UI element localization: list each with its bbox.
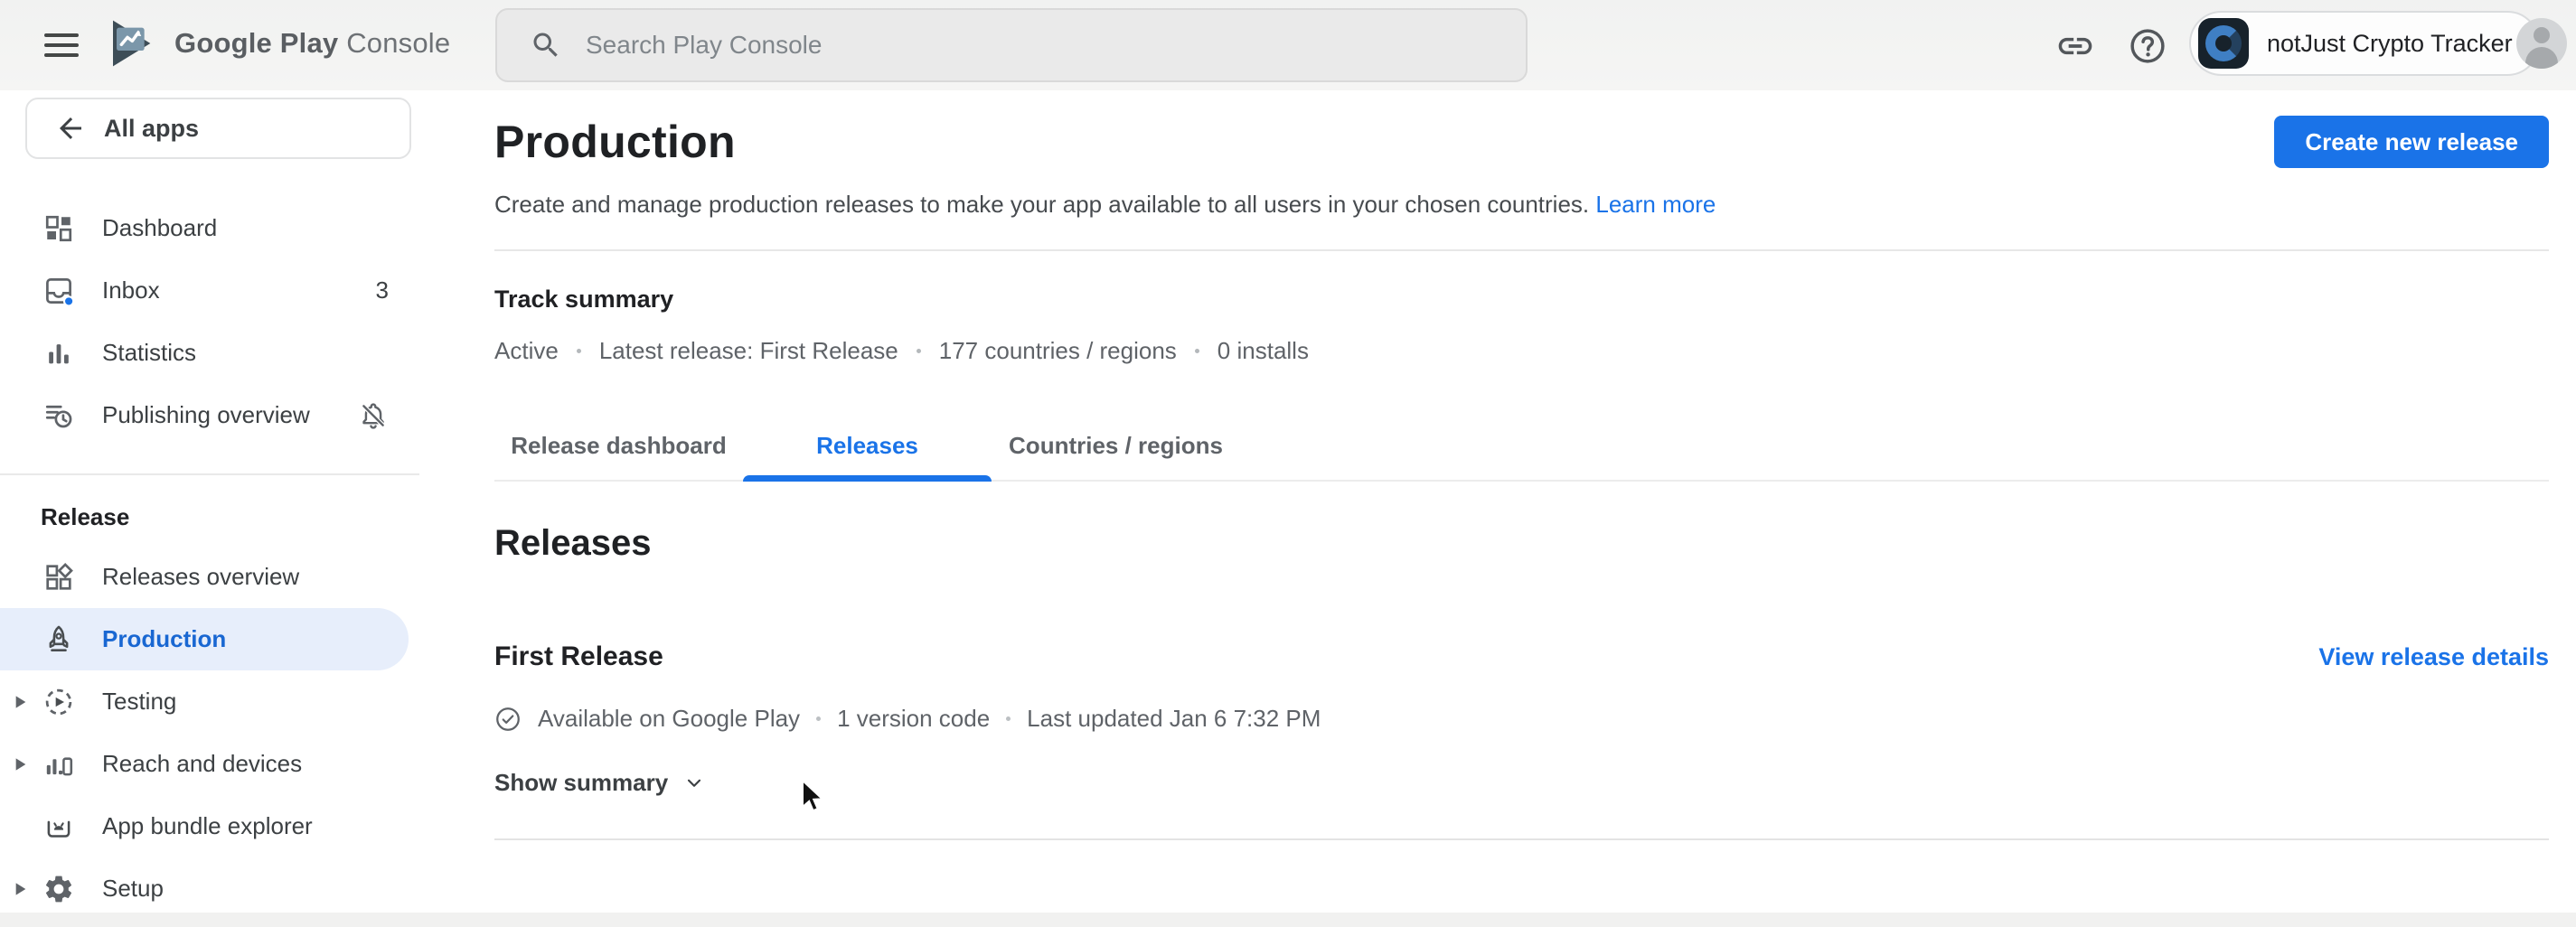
divider bbox=[494, 838, 2549, 840]
expand-arrow-icon[interactable] bbox=[11, 757, 42, 772]
sidebar-divider bbox=[0, 473, 419, 475]
release-availability: Available on Google Play bbox=[538, 705, 800, 733]
help-icon[interactable] bbox=[2128, 26, 2167, 66]
link-icon[interactable] bbox=[2055, 26, 2095, 66]
tab-releases[interactable]: Releases bbox=[743, 412, 992, 480]
sidebar-item-label: Releases overview bbox=[102, 563, 299, 591]
sidebar-item-label: Statistics bbox=[102, 339, 196, 367]
sidebar: All apps Dashboard bbox=[0, 90, 452, 927]
view-release-details-link[interactable]: View release details bbox=[2318, 643, 2549, 671]
play-console-window: Google Play Console notJust Crypto bbox=[0, 0, 2576, 927]
sidebar-item-label: Inbox bbox=[102, 276, 160, 304]
account-avatar[interactable] bbox=[2516, 18, 2567, 69]
sidebar-item-reach-and-devices[interactable]: Reach and devices bbox=[0, 733, 452, 795]
dot-separator bbox=[1195, 349, 1199, 353]
all-apps-button[interactable]: All apps bbox=[25, 98, 411, 159]
track-tabs: Release dashboard Releases Countries / r… bbox=[494, 412, 2549, 482]
app-bundle-explorer-icon bbox=[42, 810, 75, 843]
sidebar-item-dashboard[interactable]: Dashboard bbox=[0, 197, 452, 259]
inbox-icon bbox=[42, 275, 75, 307]
publishing-overview-icon bbox=[42, 399, 75, 432]
sidebar-item-setup[interactable]: Setup bbox=[0, 857, 452, 920]
show-summary-toggle[interactable]: Show summary bbox=[494, 769, 706, 797]
sidebar-item-label: Setup bbox=[102, 875, 164, 903]
search-bar[interactable] bbox=[495, 8, 1528, 82]
divider bbox=[494, 249, 2549, 251]
release-status-row: Available on Google Play 1 version code … bbox=[494, 705, 2549, 733]
menu-icon[interactable] bbox=[44, 33, 79, 59]
play-console-logo-text: Google Play Console bbox=[174, 27, 450, 60]
expand-arrow-icon[interactable] bbox=[11, 882, 42, 896]
track-summary-row: Active Latest release: First Release 177… bbox=[494, 337, 2549, 365]
dashboard-icon bbox=[42, 212, 75, 245]
app-switcher[interactable]: notJust Crypto Tracker bbox=[2189, 11, 2540, 76]
sidebar-item-publishing-overview[interactable]: Publishing overview bbox=[0, 384, 452, 446]
learn-more-link[interactable]: Learn more bbox=[1595, 191, 1716, 218]
current-app-name: notJust Crypto Tracker bbox=[2267, 30, 2513, 58]
page-title: Production bbox=[494, 116, 736, 168]
inbox-count-badge: 3 bbox=[376, 276, 389, 304]
search-input[interactable] bbox=[586, 31, 1490, 60]
releases-overview-icon bbox=[42, 561, 75, 594]
create-new-release-button[interactable]: Create new release bbox=[2274, 116, 2549, 168]
installs-count: 0 installs bbox=[1217, 337, 1309, 365]
sidebar-nav-release: Releases overview Production bbox=[0, 546, 452, 920]
play-console-logo[interactable]: Google Play Console bbox=[102, 13, 450, 74]
main-content: Production Create new release Create and… bbox=[494, 90, 2549, 840]
sidebar-item-statistics[interactable]: Statistics bbox=[0, 322, 452, 384]
sidebar-item-label: Reach and devices bbox=[102, 750, 302, 778]
sidebar-nav-top: Dashboard Inbox 3 Statisti bbox=[0, 197, 452, 446]
app-logo-icon bbox=[2198, 18, 2249, 69]
expand-arrow-icon[interactable] bbox=[11, 695, 42, 709]
show-summary-label: Show summary bbox=[494, 769, 668, 797]
release-name: First Release bbox=[494, 641, 663, 672]
notifications-paused-icon bbox=[358, 400, 389, 431]
sidebar-item-production[interactable]: Production bbox=[0, 608, 409, 670]
setup-gear-icon bbox=[42, 873, 75, 905]
tab-countries-regions[interactable]: Countries / regions bbox=[992, 412, 1240, 480]
sidebar-item-label: Production bbox=[102, 625, 226, 653]
latest-release: Latest release: First Release bbox=[599, 337, 898, 365]
sidebar-item-inbox[interactable]: Inbox 3 bbox=[0, 259, 452, 322]
sidebar-section-release: Release bbox=[0, 499, 452, 535]
top-app-bar: Google Play Console notJust Crypto bbox=[0, 0, 2576, 90]
page-description: Create and manage production releases to… bbox=[494, 188, 2549, 220]
play-console-logo-icon bbox=[102, 13, 160, 74]
sidebar-item-label: Dashboard bbox=[102, 214, 217, 242]
track-summary-heading: Track summary bbox=[494, 286, 2549, 314]
reach-and-devices-icon bbox=[42, 748, 75, 781]
testing-icon bbox=[42, 686, 75, 718]
page-description-text: Create and manage production releases to… bbox=[494, 191, 1589, 218]
back-arrow-icon bbox=[54, 112, 87, 145]
track-status: Active bbox=[494, 337, 559, 365]
sidebar-item-testing[interactable]: Testing bbox=[0, 670, 452, 733]
bottom-edge-strip bbox=[0, 913, 2576, 927]
version-code-count: 1 version code bbox=[837, 705, 990, 733]
last-updated: Last updated Jan 6 7:32 PM bbox=[1027, 705, 1321, 733]
dot-separator bbox=[816, 716, 821, 721]
chevron-down-icon bbox=[682, 772, 706, 795]
countries-count: 177 countries / regions bbox=[939, 337, 1177, 365]
releases-section-heading: Releases bbox=[494, 523, 2549, 564]
check-circle-icon bbox=[494, 706, 522, 733]
sidebar-item-releases-overview[interactable]: Releases overview bbox=[0, 546, 452, 608]
all-apps-label: All apps bbox=[104, 115, 199, 143]
search-icon bbox=[530, 29, 562, 61]
dot-separator bbox=[917, 349, 921, 353]
sidebar-item-label: Publishing overview bbox=[102, 401, 310, 429]
sidebar-item-label: App bundle explorer bbox=[102, 812, 313, 840]
dot-separator bbox=[1006, 716, 1011, 721]
sidebar-item-label: Testing bbox=[102, 688, 176, 716]
sidebar-item-app-bundle-explorer[interactable]: App bundle explorer bbox=[0, 795, 452, 857]
statistics-icon bbox=[42, 337, 75, 370]
production-rocket-icon bbox=[42, 623, 75, 656]
tab-release-dashboard[interactable]: Release dashboard bbox=[494, 412, 743, 480]
dot-separator bbox=[577, 349, 581, 353]
